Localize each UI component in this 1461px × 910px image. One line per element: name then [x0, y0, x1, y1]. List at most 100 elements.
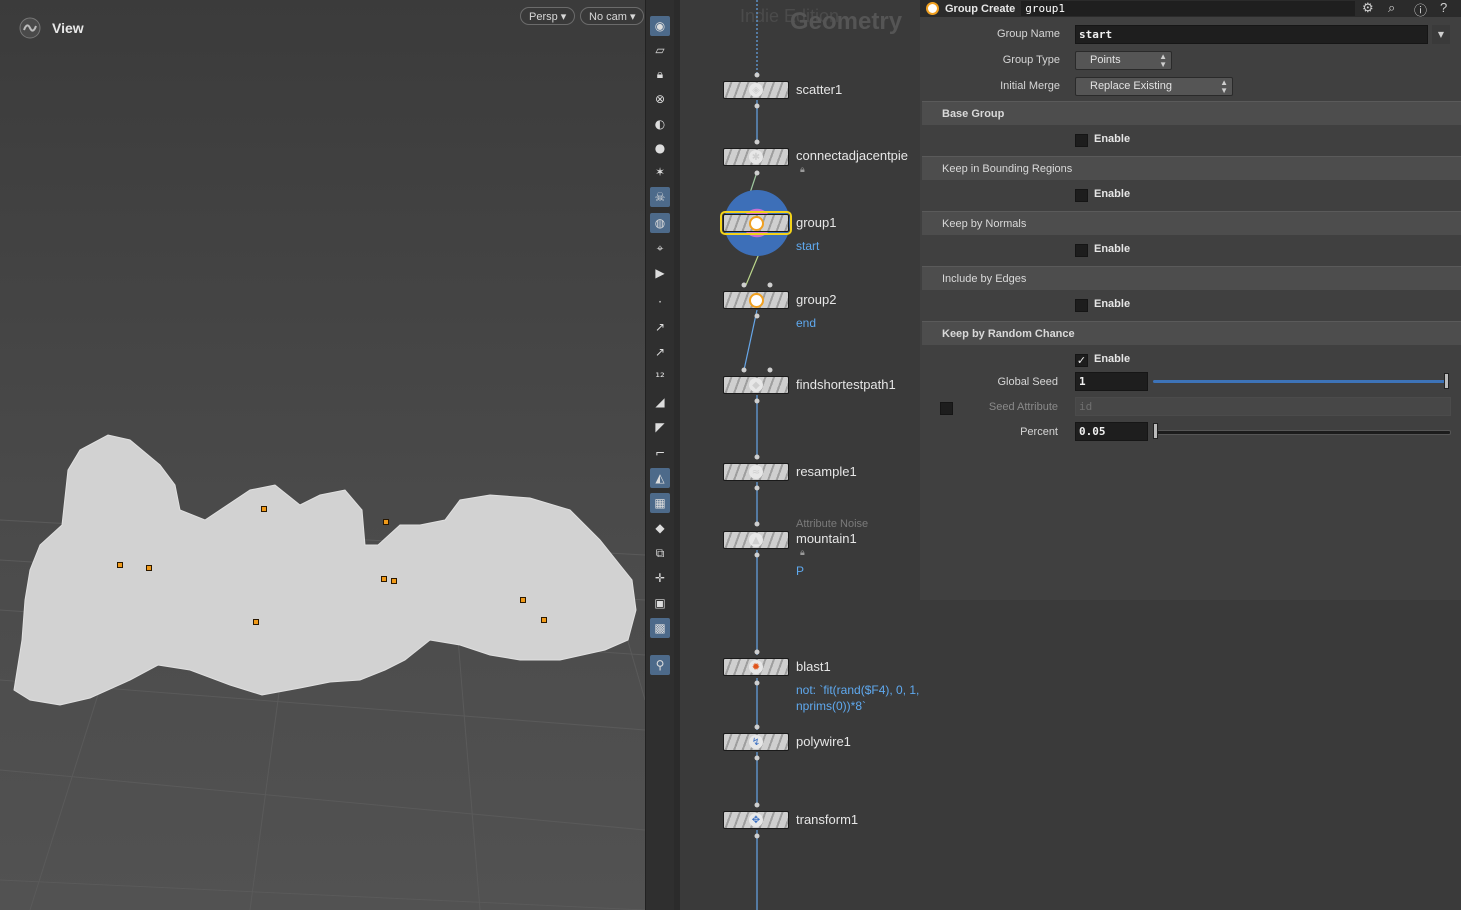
node-label: scatter1 — [796, 82, 843, 97]
group-name-input[interactable]: start — [1075, 25, 1428, 44]
pin-icon[interactable]: ⚲ — [650, 655, 670, 675]
updown-arrow-icon: ▲ ▼ — [1159, 52, 1167, 69]
help-icon[interactable]: ? — [1440, 0, 1447, 15]
node-label: group2 — [796, 292, 837, 307]
camera-menu[interactable]: No cam ▾ — [580, 7, 645, 25]
node-name-field[interactable]: group1 — [1021, 1, 1356, 16]
group-icon — [749, 216, 764, 231]
node-label: group1 — [796, 215, 837, 230]
node-scatter1[interactable]: ◈ — [723, 81, 789, 99]
group-type-value: Points — [1090, 54, 1121, 66]
node-group2[interactable] — [723, 291, 789, 309]
initial-merge-menu[interactable]: Replace Existing ▲ ▼ — [1075, 77, 1233, 96]
scatter-point — [117, 562, 123, 568]
node-sublabel: nprims(0))*8` — [796, 699, 867, 713]
camera-icon[interactable]: ◍ — [650, 213, 670, 233]
mirror-icon[interactable]: ⧉ — [650, 543, 670, 563]
houdini-logo-icon — [19, 17, 41, 39]
node-polywire1[interactable]: ↯ — [723, 733, 789, 751]
normals-enable-checkbox[interactable] — [1075, 244, 1088, 257]
shading-icon[interactable]: ◐ — [650, 114, 670, 134]
persp-menu[interactable]: Persp ▾ — [520, 7, 576, 25]
base-group-enable-checkbox[interactable] — [1075, 134, 1088, 147]
search-icon[interactable]: ⌕ — [1388, 0, 1395, 16]
transform-icon: ✥ — [749, 813, 763, 827]
global-seed-slider-handle[interactable] — [1444, 373, 1449, 389]
lock-icon: 🔒︎ — [800, 548, 805, 558]
node-wires — [741, 0, 773, 910]
uv-icon[interactable]: ⌐ — [650, 443, 670, 463]
light-bulb-icon[interactable]: ✶ — [650, 162, 670, 182]
scatter-icon: ◈ — [749, 83, 763, 97]
terrain-mesh[interactable] — [0, 0, 645, 910]
node-connectadjacentpieces[interactable]: ✱ — [723, 148, 789, 166]
section-base-group[interactable]: Base Group — [922, 101, 1461, 125]
prim-numbers-icon[interactable]: ◤ — [650, 417, 670, 437]
ghost-icon[interactable]: ⊗ — [650, 89, 670, 109]
node-label: resample1 — [796, 464, 857, 479]
node-sublabel: P — [796, 564, 805, 578]
prim-normal-icon[interactable]: ◢ — [650, 392, 670, 412]
node-type-label: Attribute Noise — [796, 518, 869, 530]
global-seed-slider[interactable] — [1153, 380, 1449, 383]
eye-icon[interactable]: ◉ — [650, 16, 670, 36]
point-numbers-icon[interactable]: ¹² — [650, 367, 670, 387]
random-chance-enable-checkbox[interactable]: ✓ — [1075, 354, 1088, 367]
connect-icon: ✱ — [749, 150, 763, 164]
section-keep-in-bounding-regions[interactable]: Keep in Bounding Regions — [922, 156, 1461, 180]
mountain-icon: ▲ — [749, 533, 763, 547]
gear-icon[interactable]: ⚙ — [1362, 0, 1374, 16]
seed-attribute-label: Seed Attribute — [988, 401, 1058, 413]
network-editor[interactable]: Indie Edition Geometry ◈ scatter1 ✱ conn… — [680, 0, 920, 910]
node-blast1[interactable]: ✹ — [723, 658, 789, 676]
lock-icon: 🔒︎ — [800, 165, 805, 175]
enable-label: Enable — [1094, 133, 1131, 145]
normal-icon[interactable]: ↗ — [650, 317, 670, 337]
handle-icon[interactable]: ✛ — [650, 568, 670, 588]
flipbook-icon[interactable]: ▶ — [650, 263, 670, 283]
node-findshortestpath1[interactable]: ◆ — [723, 376, 789, 394]
backface-icon[interactable]: ◆ — [650, 518, 670, 538]
node-resample1[interactable]: ≈ — [723, 463, 789, 481]
global-seed-input[interactable]: 1 — [1075, 372, 1148, 391]
info-icon[interactable]: ⓘ — [1414, 0, 1427, 19]
percent-slider-handle[interactable] — [1153, 423, 1158, 439]
path-icon: ◆ — [749, 378, 763, 392]
node-label: polywire1 — [796, 734, 851, 749]
percent-slider[interactable] — [1153, 430, 1451, 435]
skull-icon[interactable]: ☠ — [650, 187, 670, 207]
node-transform1[interactable]: ✥ — [723, 811, 789, 829]
scatter-point — [383, 519, 389, 525]
seed-attribute-toggle[interactable] — [940, 402, 953, 415]
chevron-down-icon[interactable]: ▼ — [1432, 25, 1450, 44]
node-mountain1[interactable]: ▲ — [723, 531, 789, 549]
section-keep-by-normals[interactable]: Keep by Normals — [922, 211, 1461, 235]
enable-label: Enable — [1094, 243, 1131, 255]
percent-input[interactable]: 0.05 — [1075, 422, 1148, 441]
group-type-menu[interactable]: Points ▲ ▼ — [1075, 51, 1172, 70]
scatter-point — [381, 576, 387, 582]
vector-icon[interactable]: ↗ — [650, 342, 670, 362]
screenshot-icon[interactable]: ▩ — [650, 618, 670, 638]
snapshot-icon[interactable]: ⌖ — [650, 238, 670, 258]
point-display-icon[interactable]: · — [650, 292, 670, 312]
viewport-title: View — [18, 16, 84, 40]
section-include-by-edges[interactable]: Include by Edges — [922, 266, 1461, 290]
edges-enable-checkbox[interactable] — [1075, 299, 1088, 312]
polywire-icon: ↯ — [749, 735, 763, 749]
parameter-pane: Group Create group1 ⚙ ⌕ ⓘ ? Group Name s… — [920, 0, 1461, 910]
section-keep-by-random-chance[interactable]: Keep by Random Chance — [922, 321, 1461, 345]
seed-attribute-input[interactable]: id — [1075, 397, 1451, 416]
shaded-open-icon[interactable]: ◭ — [650, 468, 670, 488]
updown-arrow-icon: ▲ ▼ — [1220, 78, 1228, 95]
node-label: findshortestpath1 — [796, 377, 896, 392]
box-icon[interactable]: ▣ — [650, 593, 670, 613]
wireframe-icon[interactable]: ▱ — [650, 40, 670, 60]
lock-icon[interactable]: 🔒︎ — [650, 64, 670, 84]
initial-merge-value: Replace Existing — [1090, 80, 1172, 92]
light-icon[interactable]: ● — [650, 138, 670, 158]
texture-icon[interactable]: ▦ — [650, 493, 670, 513]
node-group1[interactable] — [720, 211, 792, 235]
bounding-enable-checkbox[interactable] — [1075, 189, 1088, 202]
scene-viewport[interactable]: View Persp ▾ No cam ▾ — [0, 0, 645, 910]
